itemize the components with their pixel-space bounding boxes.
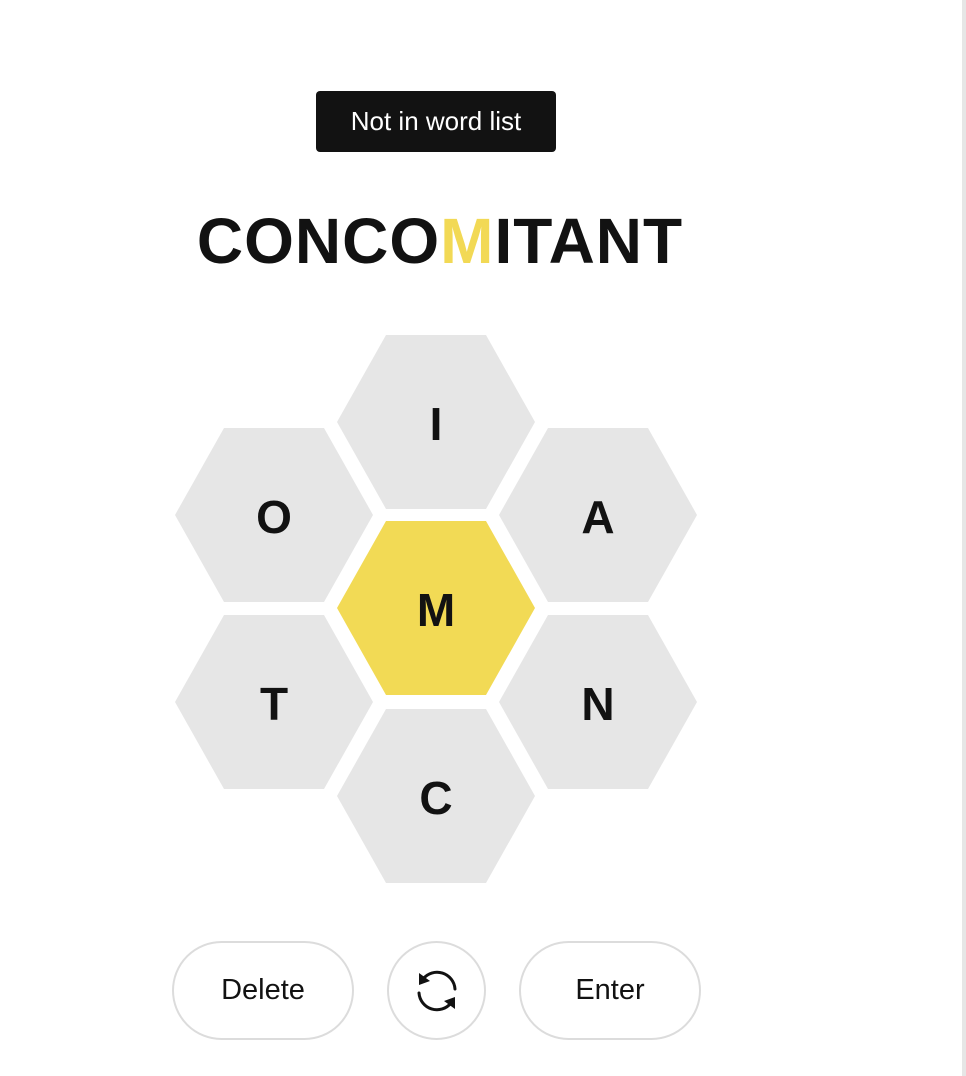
hive-letter-lower-right: N (581, 678, 614, 730)
hive-cell-upper-left[interactable]: O (175, 428, 373, 602)
hive-cell-lower-left[interactable]: T (175, 615, 373, 789)
hive-cell-upper-right[interactable]: A (499, 428, 697, 602)
enter-button-label: Enter (575, 974, 645, 1006)
delete-button[interactable]: Delete (172, 941, 354, 1040)
right-edge-divider (962, 0, 966, 1076)
hive-svg: I O A M T N C (175, 335, 697, 883)
shuffle-button[interactable] (387, 941, 486, 1040)
hive-letter-upper-left: O (256, 491, 292, 543)
hive-cell-center[interactable]: M (337, 521, 535, 695)
hive-letter-lower-left: T (260, 678, 288, 730)
letter-hive: I O A M T N C (0, 0, 966, 1076)
enter-button[interactable]: Enter (519, 941, 701, 1040)
hive-letter-bottom: C (419, 772, 452, 824)
spelling-bee-page: Not in word list CONCOMITANT I O A M T N… (0, 0, 966, 1076)
hive-controls: Delete Enter (0, 941, 966, 1041)
hive-letter-upper-right: A (581, 491, 614, 543)
hive-letter-center: M (417, 584, 455, 636)
hive-cell-top[interactable]: I (337, 335, 535, 509)
delete-button-label: Delete (221, 974, 305, 1006)
shuffle-icon (417, 970, 456, 1011)
hive-cell-bottom[interactable]: C (337, 709, 535, 883)
hive-letter-top: I (430, 398, 443, 450)
hive-cell-lower-right[interactable]: N (499, 615, 697, 789)
